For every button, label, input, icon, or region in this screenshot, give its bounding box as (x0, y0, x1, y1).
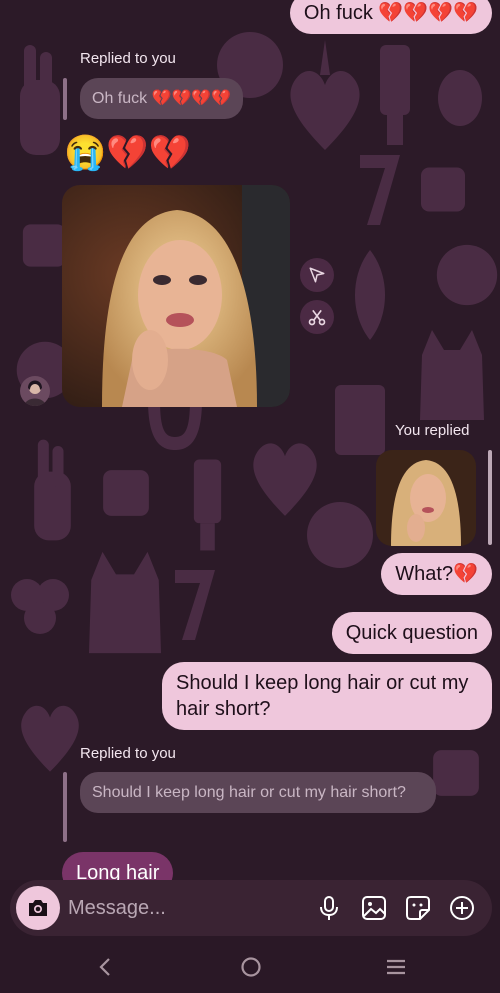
you-replied-label: You replied (395, 422, 470, 439)
reply-bar (63, 772, 67, 842)
doodle-card-icon (335, 385, 385, 455)
message-input[interactable] (68, 894, 298, 922)
doodle-seven-icon (360, 155, 400, 225)
outgoing-message[interactable]: Oh fuck 💔💔💔💔 (289, 0, 492, 34)
scissors-sparkle-icon (308, 309, 326, 326)
doodle-cat-icon (420, 330, 484, 420)
doodle-feather-icon (355, 250, 385, 340)
gallery-button[interactable] (360, 894, 388, 922)
share-icon (309, 267, 325, 283)
message-text: Should I keep long hair or cut my hair s… (176, 672, 469, 720)
menu-lines-icon (387, 959, 405, 975)
camera-icon (29, 900, 47, 916)
message-text: Oh fuck 💔💔💔💔 (303, 2, 478, 24)
reply-quote-text: Oh fuck 💔💔💔💔 (92, 90, 232, 107)
sticker-button[interactable] (404, 894, 432, 922)
message-text: Quick question (345, 622, 478, 644)
avatar[interactable] (20, 376, 50, 406)
add-button[interactable] (448, 894, 476, 922)
doodle-dice-icon (421, 167, 465, 212)
message-text: What?💔 (395, 563, 478, 585)
doodle-cat-icon (89, 551, 161, 654)
emoji-message[interactable]: 😭💔💔 (64, 132, 191, 174)
doodle-clover-icon (11, 579, 69, 634)
reply-quote[interactable]: Should I keep long hair or cut my hair s… (80, 772, 436, 813)
replied-photo-thumbnail[interactable] (376, 450, 476, 546)
outgoing-message[interactable]: Quick question (331, 612, 492, 654)
doodle-heart-icon (290, 40, 360, 150)
chat-background: Oh fuck 💔💔💔💔 Replied to you Oh fuck 💔💔💔💔… (0, 0, 500, 880)
sticker-icon (406, 896, 430, 920)
share-button[interactable] (300, 258, 334, 292)
recent-apps-button[interactable] (381, 952, 411, 982)
home-circle-icon (241, 957, 261, 977)
camera-button[interactable] (16, 886, 60, 930)
photo-image (62, 185, 290, 407)
gallery-icon (362, 896, 386, 920)
doodle-heart-icon (21, 705, 79, 772)
doodle-hand-icon (34, 439, 71, 541)
reply-quote-text: Should I keep long hair or cut my hair s… (92, 784, 406, 801)
message-text: Long hair (76, 862, 160, 880)
avatar-image (24, 380, 46, 406)
outgoing-message[interactable]: What?💔 (381, 553, 492, 595)
plus-circle-icon (450, 896, 474, 920)
thumbnail-image (376, 450, 476, 546)
reply-bar (63, 78, 67, 120)
chevron-left-icon (99, 958, 110, 976)
scrollbar[interactable] (488, 450, 492, 545)
doodle-hand-icon (20, 45, 60, 155)
doodle-eightball-icon (307, 502, 373, 568)
replied-to-you-label: Replied to you (80, 745, 176, 762)
doodle-dice-icon (103, 470, 149, 516)
doodle-eightball-icon (436, 244, 498, 306)
doodle-dice-icon (433, 750, 479, 796)
remix-button[interactable] (300, 300, 334, 334)
doodle-seven-icon (175, 570, 215, 640)
system-navigation-bar (0, 940, 500, 993)
doodle-dice-icon (22, 224, 66, 267)
home-button[interactable] (236, 952, 266, 982)
message-composer (10, 880, 492, 936)
outgoing-message[interactable]: Should I keep long hair or cut my hair s… (162, 662, 492, 730)
incoming-message[interactable]: Long hair (62, 852, 174, 880)
microphone-icon (320, 896, 338, 920)
reply-quote[interactable]: Oh fuck 💔💔💔💔 (80, 78, 244, 119)
replied-to-you-label: Replied to you (80, 50, 176, 67)
doodle-key-icon (380, 45, 410, 145)
shared-photo[interactable] (62, 185, 290, 407)
microphone-button[interactable] (315, 894, 343, 922)
back-button[interactable] (90, 952, 120, 982)
doodle-beetle-icon (438, 70, 482, 126)
doodle-key-icon (193, 459, 222, 551)
